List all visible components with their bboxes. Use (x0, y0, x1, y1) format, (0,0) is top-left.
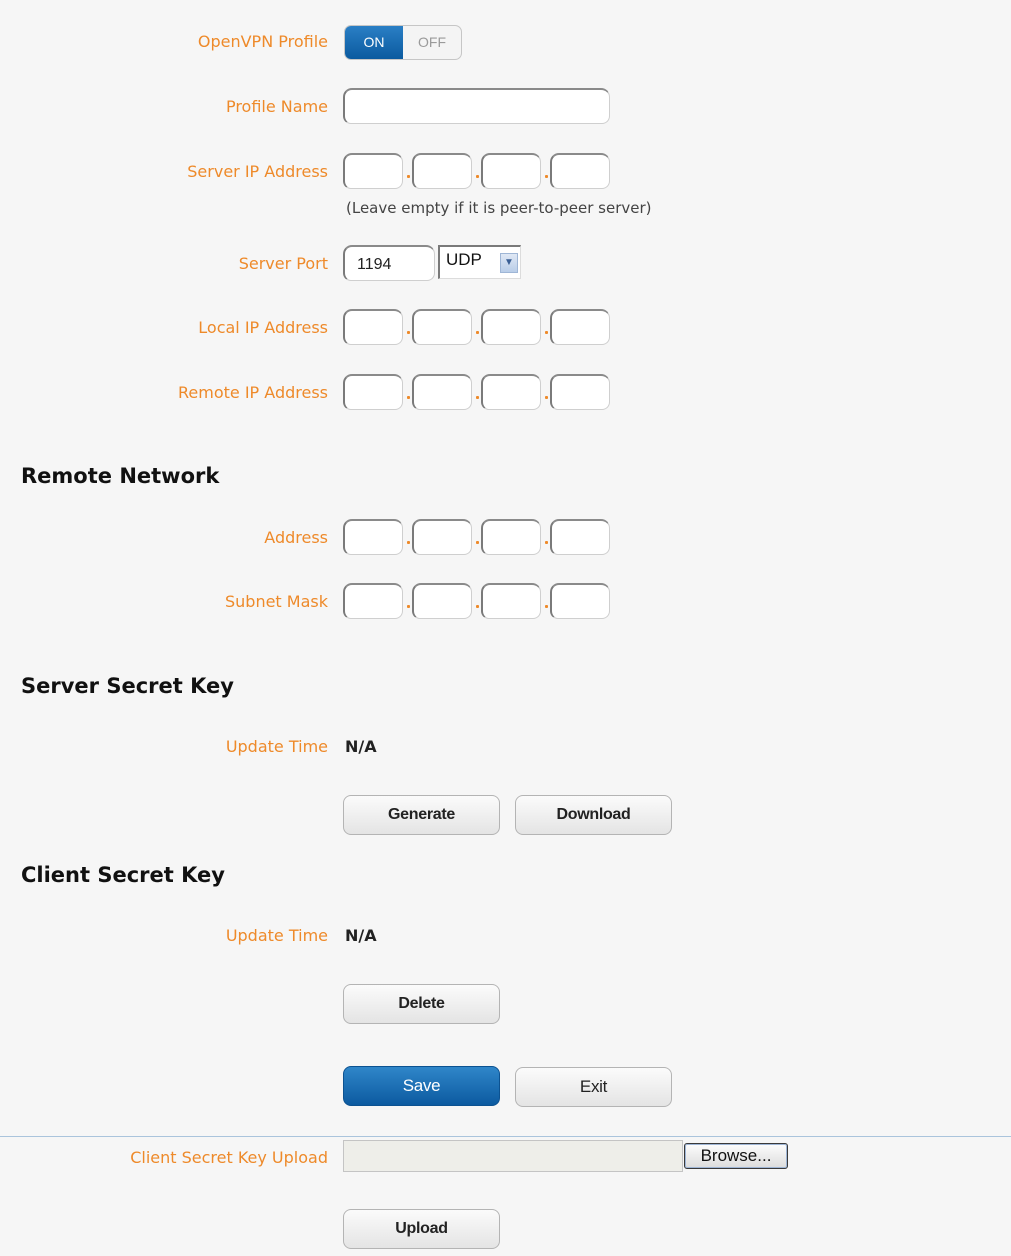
openvpn-profile-toggle[interactable]: ON OFF (344, 25, 462, 60)
toggle-on[interactable]: ON (345, 26, 403, 59)
ip-separator (407, 331, 410, 334)
server-ip-octet-4[interactable] (550, 153, 610, 189)
server-ip-note: (Leave empty if it is peer-to-peer serve… (346, 199, 652, 217)
exit-button[interactable]: Exit (515, 1067, 672, 1107)
server-ip-label: Server IP Address (187, 162, 328, 181)
remote-ip-label: Remote IP Address (178, 383, 328, 402)
ip-separator (545, 396, 548, 399)
server-secret-key-title: Server Secret Key (21, 674, 234, 698)
subnet-mask-octet-1[interactable] (343, 583, 403, 619)
remote-network-address-label: Address (264, 528, 328, 547)
ip-separator (476, 605, 479, 608)
subnet-mask-octet-2[interactable] (412, 583, 472, 619)
client-update-time-label: Update Time (225, 926, 328, 945)
ip-separator (476, 175, 479, 178)
ip-separator (407, 541, 410, 544)
subnet-mask-octet-4[interactable] (550, 583, 610, 619)
remote-ip-octet-1[interactable] (343, 374, 403, 410)
download-button[interactable]: Download (515, 795, 672, 835)
profile-name-input[interactable] (343, 88, 610, 124)
remote-network-address-octet-4[interactable] (550, 519, 610, 555)
server-ip-octet-2[interactable] (412, 153, 472, 189)
remote-ip-octet-2[interactable] (412, 374, 472, 410)
ip-separator (476, 331, 479, 334)
protocol-select[interactable]: UDP ▼ (438, 245, 521, 279)
ip-separator (407, 175, 410, 178)
chevron-down-icon[interactable]: ▼ (500, 253, 518, 273)
remote-network-address-octet-2[interactable] (412, 519, 472, 555)
remote-network-address-octet-1[interactable] (343, 519, 403, 555)
subnet-mask-label: Subnet Mask (224, 592, 328, 611)
client-secret-key-title: Client Secret Key (21, 863, 225, 887)
openvpn-profile-label: OpenVPN Profile (197, 32, 328, 51)
profile-name-label: Profile Name (225, 97, 328, 116)
generate-button[interactable]: Generate (343, 795, 500, 835)
remote-ip-octet-4[interactable] (550, 374, 610, 410)
ip-separator (545, 175, 548, 178)
file-path-input[interactable] (343, 1140, 683, 1172)
local-ip-octet-3[interactable] (481, 309, 541, 345)
local-ip-label: Local IP Address (198, 318, 328, 337)
client-update-time-value: N/A (345, 926, 377, 945)
remote-network-title: Remote Network (21, 464, 220, 488)
server-port-label: Server Port (238, 254, 328, 273)
local-ip-octet-4[interactable] (550, 309, 610, 345)
client-secret-key-upload-label: Client Secret Key Upload (130, 1148, 328, 1167)
local-ip-octet-2[interactable] (412, 309, 472, 345)
ip-separator (407, 396, 410, 399)
ip-separator (545, 605, 548, 608)
ip-separator (407, 605, 410, 608)
protocol-value: UDP (446, 250, 482, 269)
toggle-off[interactable]: OFF (403, 26, 461, 59)
remote-network-address-octet-3[interactable] (481, 519, 541, 555)
ip-separator (476, 396, 479, 399)
ip-separator (545, 541, 548, 544)
divider (0, 1136, 1011, 1137)
delete-button[interactable]: Delete (343, 984, 500, 1024)
save-button[interactable]: Save (343, 1066, 500, 1106)
ip-separator (545, 331, 548, 334)
server-update-time-value: N/A (345, 737, 377, 756)
server-ip-octet-3[interactable] (481, 153, 541, 189)
server-port-input[interactable]: 1194 (343, 245, 435, 281)
browse-button[interactable]: Browse... (684, 1143, 788, 1169)
server-update-time-label: Update Time (225, 737, 328, 756)
local-ip-octet-1[interactable] (343, 309, 403, 345)
subnet-mask-octet-3[interactable] (481, 583, 541, 619)
upload-button[interactable]: Upload (343, 1209, 500, 1249)
ip-separator (476, 541, 479, 544)
remote-ip-octet-3[interactable] (481, 374, 541, 410)
server-ip-octet-1[interactable] (343, 153, 403, 189)
